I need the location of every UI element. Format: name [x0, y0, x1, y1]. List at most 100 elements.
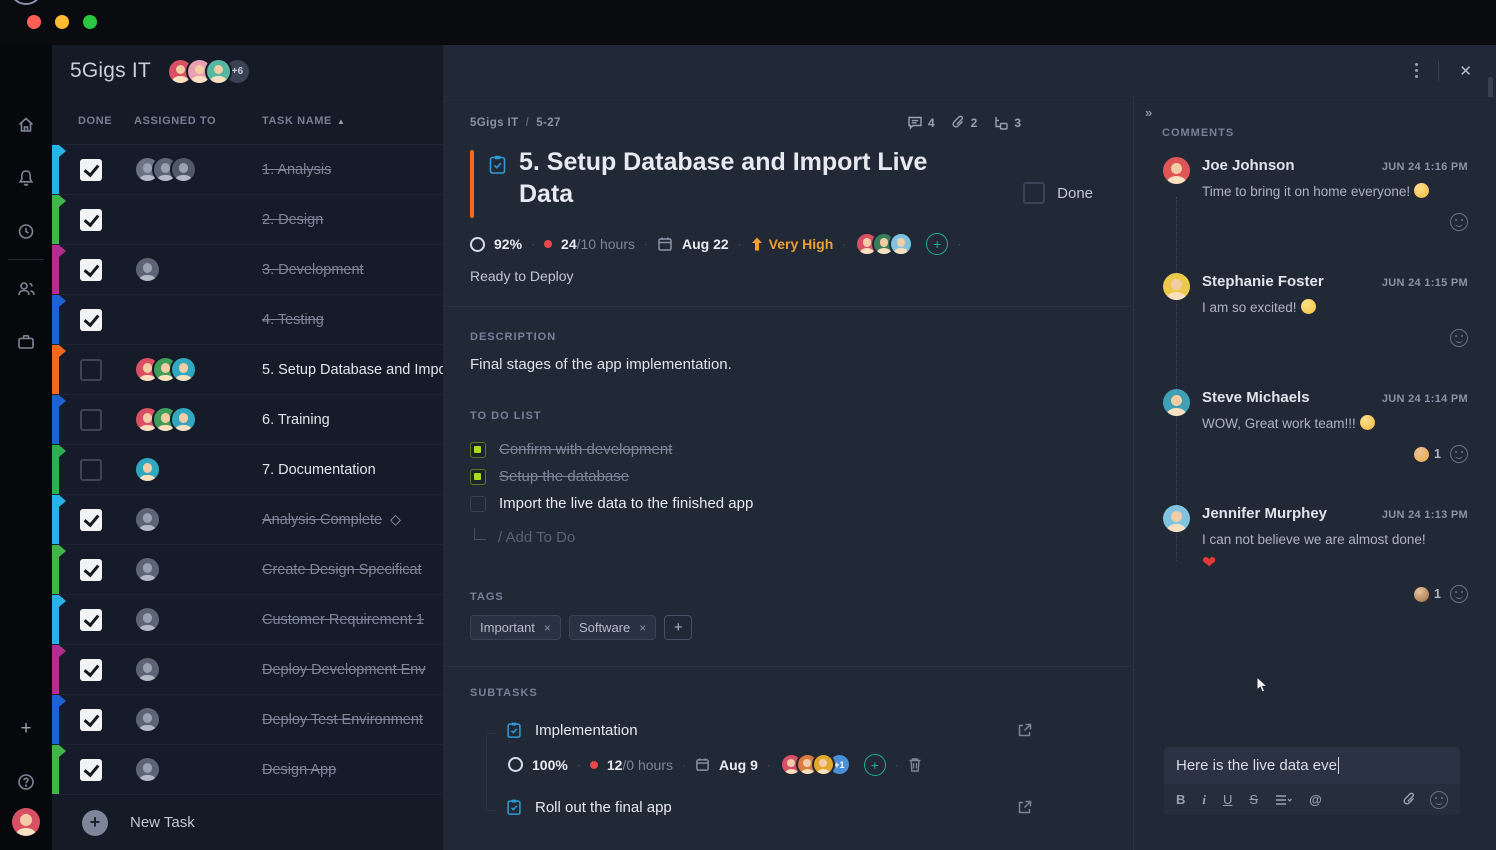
avatar[interactable] — [889, 232, 913, 256]
add-project-icon[interactable]: + — [0, 702, 52, 755]
task-checkbox[interactable] — [80, 559, 102, 581]
help-icon[interactable] — [0, 755, 52, 808]
add-assignee-button[interactable]: + — [864, 754, 886, 776]
avatar[interactable] — [1163, 389, 1190, 416]
task-name[interactable]: 3. Development — [262, 262, 443, 278]
task-row[interactable]: 2. Design — [52, 195, 443, 245]
task-row[interactable]: 3. Development — [52, 245, 443, 295]
avatar[interactable] — [1163, 273, 1190, 300]
add-reaction-icon[interactable] — [1450, 329, 1468, 347]
task-name[interactable]: Customer Requirement 1 — [262, 612, 443, 628]
column-assigned-to[interactable]: ASSIGNED TO — [134, 115, 262, 127]
remove-tag-icon[interactable]: × — [544, 621, 551, 635]
new-task-row[interactable]: + New Task — [52, 795, 443, 850]
minimize-window-button[interactable] — [55, 15, 69, 29]
avatar[interactable] — [134, 656, 161, 683]
task-name[interactable]: Create Design Specificat — [262, 562, 443, 578]
avatar[interactable] — [134, 706, 161, 733]
more-options-icon[interactable] — [1409, 59, 1424, 82]
progress-ring-icon[interactable] — [470, 237, 485, 252]
list-button[interactable] — [1275, 794, 1292, 806]
task-checkbox[interactable] — [80, 409, 102, 431]
avatar[interactable] — [134, 456, 161, 483]
subtask-item[interactable]: Roll out the final app — [506, 798, 1093, 816]
task-row[interactable]: Customer Requirement 1 — [52, 595, 443, 645]
add-reaction-icon[interactable] — [1450, 213, 1468, 231]
close-icon[interactable]: ✕ — [1453, 60, 1478, 82]
avatar[interactable] — [134, 606, 161, 633]
subtask-due-date[interactable]: Aug 9 — [719, 757, 758, 773]
avatar[interactable] — [134, 506, 161, 533]
task-row[interactable]: Create Design Specificat — [52, 545, 443, 595]
task-checkbox[interactable] — [80, 759, 102, 781]
italic-button[interactable]: i — [1202, 792, 1206, 808]
add-assignee-button[interactable]: + — [926, 233, 948, 255]
comment-input[interactable]: Here is the live data eve — [1164, 747, 1460, 784]
task-name[interactable]: Design App — [262, 762, 443, 778]
done-toggle[interactable]: Done — [1023, 168, 1093, 218]
emoji-picker-icon[interactable] — [1430, 791, 1448, 809]
task-checkbox[interactable] — [80, 159, 102, 181]
task-name[interactable]: Deploy Test Environment — [262, 712, 443, 728]
column-task-name[interactable]: TASK NAME ▲ — [262, 115, 443, 127]
task-row[interactable]: 1. Analysis — [52, 145, 443, 195]
avatar[interactable] — [170, 156, 197, 183]
open-subtask-icon[interactable] — [1016, 799, 1033, 816]
task-title[interactable]: 5. Setup Database and Import Live Data — [519, 146, 939, 218]
collapse-panel-icon[interactable]: » — [1145, 105, 1151, 120]
subtask-assignee-avatars[interactable]: +1 — [780, 753, 851, 776]
home-icon[interactable] — [0, 98, 52, 151]
todo-item[interactable]: Confirm with development — [470, 436, 1093, 463]
description-text[interactable]: Final stages of the app implementation. — [470, 356, 1093, 373]
subtask-count[interactable]: 3 — [993, 115, 1021, 130]
delete-subtask-icon[interactable] — [908, 757, 922, 773]
task-checkbox[interactable] — [80, 509, 102, 531]
avatar[interactable] — [134, 556, 161, 583]
done-checkbox[interactable] — [1023, 182, 1045, 204]
sort-ascending-icon[interactable]: ▲ — [337, 117, 346, 126]
avatar[interactable] — [1163, 505, 1190, 532]
priority-badge[interactable]: Very High — [751, 236, 834, 252]
add-tag-button[interactable]: + — [664, 615, 692, 640]
bold-button[interactable]: B — [1176, 792, 1185, 807]
task-row[interactable]: Deploy Development Env — [52, 645, 443, 695]
todo-checkbox[interactable] — [470, 442, 486, 458]
todo-item[interactable]: Import the live data to the finished app — [470, 490, 1093, 517]
task-checkbox[interactable] — [80, 459, 102, 481]
task-row[interactable]: 6. Training — [52, 395, 443, 445]
attach-file-icon[interactable] — [1402, 792, 1417, 807]
reaction-chip[interactable]: 1 — [1414, 587, 1441, 602]
hours-logged[interactable]: 24/10 hours — [561, 236, 635, 252]
task-row[interactable]: 7. Documentation — [52, 445, 443, 495]
task-checkbox[interactable] — [80, 359, 102, 381]
task-name[interactable]: Deploy Development Env — [262, 662, 443, 678]
due-date[interactable]: Aug 22 — [682, 236, 729, 252]
avatar[interactable] — [170, 356, 197, 383]
task-checkbox[interactable] — [80, 309, 102, 331]
avatar[interactable] — [812, 753, 835, 776]
task-name[interactable]: Analysis Complete ◇ — [262, 511, 443, 528]
task-row[interactable]: 5. Setup Database and Import Live Data — [52, 345, 443, 395]
current-user-avatar[interactable] — [12, 808, 40, 836]
avatar[interactable] — [170, 406, 197, 433]
add-reaction-icon[interactable] — [1450, 445, 1468, 463]
close-window-button[interactable] — [27, 15, 41, 29]
todo-checkbox[interactable] — [470, 469, 486, 485]
zoom-window-button[interactable] — [83, 15, 97, 29]
breadcrumb[interactable]: 5Gigs IT/5-27 — [470, 117, 561, 129]
task-checkbox[interactable] — [80, 709, 102, 731]
task-checkbox[interactable] — [80, 259, 102, 281]
project-member-avatars[interactable]: +6 — [175, 58, 251, 85]
add-reaction-icon[interactable] — [1450, 585, 1468, 603]
subtask-title[interactable]: Roll out the final app — [535, 799, 672, 816]
subtask-item[interactable]: Implementation100%·12/0 hours·Aug 9·+1+· — [506, 721, 1093, 776]
briefcase-icon[interactable] — [0, 315, 52, 368]
task-row[interactable]: Design App — [52, 745, 443, 795]
task-checkbox[interactable] — [80, 209, 102, 231]
task-checkbox[interactable] — [80, 609, 102, 631]
task-name[interactable]: 7. Documentation — [262, 462, 443, 478]
people-icon[interactable] — [0, 262, 52, 315]
task-name[interactable]: 4. Testing — [262, 312, 443, 328]
task-row[interactable]: Deploy Test Environment — [52, 695, 443, 745]
subtask-title[interactable]: Implementation — [535, 722, 638, 739]
